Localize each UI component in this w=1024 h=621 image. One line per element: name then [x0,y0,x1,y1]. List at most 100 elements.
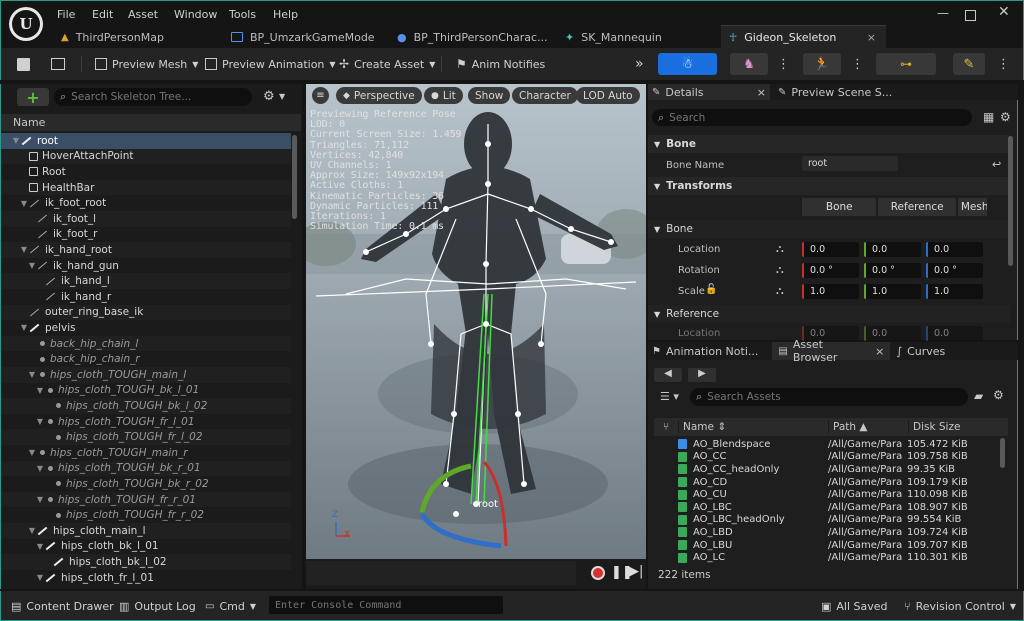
tree-item[interactable]: ik_hand_l [1,273,291,289]
revision-control-button[interactable]: ⑂ Revision Control ▼ [904,597,1016,615]
transforms-section-header[interactable]: ▼ Transforms [648,177,1010,195]
tree-item[interactable]: ▼ ik_hand_gun [1,258,291,274]
column-header-name[interactable]: Name [1,114,301,131]
asset-row[interactable]: AO_CC/All/Game/Para 109.758 KiB [678,451,998,464]
location-reset-icon[interactable]: ⛬ [776,242,784,256]
tab-sk-mannequin[interactable]: ✦ SK_Mannequin [557,25,717,49]
tab-close-icon[interactable]: × [867,31,876,44]
tree-item[interactable]: outer_ring_base_ik [1,304,291,321]
expand-arrow-icon[interactable]: ▼ [27,448,37,457]
scale-x-field[interactable]: 1.0 [802,284,859,299]
column-options-icon[interactable]: ⑂ [654,421,678,433]
more-options-icon[interactable]: ⋮ [851,54,864,74]
details-search-box[interactable]: ⌕ [652,109,972,126]
rotation-x-field[interactable]: 0.0 ° [802,263,859,278]
maximize-icon[interactable] [965,10,976,21]
asset-row[interactable]: AO_LBD/All/Game/Para 109.724 KiB [678,526,998,539]
tree-item[interactable]: ▼ pelvis [1,320,291,336]
expand-arrow-icon[interactable]: ▼ [11,136,21,145]
rotation-z-field[interactable]: 0.0 ° [926,263,983,278]
expand-arrow-icon[interactable]: ▼ [27,526,37,535]
menu-help[interactable]: Help [273,8,298,21]
skeleton-search-input[interactable] [71,91,242,103]
unreal-logo-icon[interactable]: U [9,7,43,41]
tab-preview-scene[interactable]: ✎ Preview Scene S... [774,86,892,99]
expand-arrow-icon[interactable]: ▼ [19,323,29,332]
tree-item[interactable]: hips_cloth_TOUGH_bk_l_02 [1,398,291,414]
expand-arrow-icon[interactable]: ▼ [19,245,29,254]
tab-curves[interactable]: ∫ Curves [896,345,945,358]
column-path-header[interactable]: Path ▲ [828,421,908,433]
segment-reference-button[interactable]: Reference [878,198,956,216]
console-command-input[interactable] [269,596,503,614]
preview-mesh-button[interactable]: Preview Mesh ▼ [95,54,198,74]
asset-row[interactable]: AO_LBC_headOnly/All/Game/Para 99.554 KiB [678,514,998,527]
perspective-button[interactable]: ◆ Perspective [336,87,422,104]
location-x-field[interactable]: 0.0 [802,242,859,257]
anim-notifies-button[interactable]: ⚑ Anim Notifies [456,54,545,74]
lit-button[interactable]: ● Lit [424,87,463,104]
back-arrow-icon[interactable]: ◀ [654,368,682,382]
skeleton-search-box[interactable]: ⌕ [54,88,252,106]
blueprint-mode-button[interactable]: ⊶ [876,53,936,75]
bone-section-header[interactable]: ▼ Bone [648,135,1010,153]
menu-edit[interactable]: Edit [92,8,113,21]
tree-item[interactable]: ▼ hips_cloth_TOUGH_main_l [1,367,291,383]
expand-arrow-icon[interactable]: ▼ [27,370,37,379]
tab-close-icon[interactable]: × [757,86,766,99]
tree-item[interactable]: hips_cloth_TOUGH_fr_l_02 [1,429,291,445]
tree-item[interactable]: ▼ ik_hand_root [1,242,291,258]
chevron-down-icon[interactable]: ▼ [279,92,285,101]
reset-arrow-icon[interactable]: ↩ [992,158,1001,171]
segment-bone-button[interactable]: Bone [802,198,877,216]
next-frame-icon[interactable]: ▶| [629,564,643,579]
settings-gear-icon[interactable]: ⚙ [1000,110,1011,124]
tab-gideon-skeleton[interactable]: ☥ Gideon_Skeleton × [721,25,886,49]
expand-arrow-icon[interactable]: ▼ [35,464,45,473]
tree-item[interactable]: ▼ hips_cloth_bk_l_01 [1,539,291,555]
forward-arrow-icon[interactable]: ▶ [688,368,716,382]
asset-scrollbar[interactable] [1000,438,1005,468]
scale-reset-icon[interactable]: ⛬ [776,284,784,298]
browse-icon[interactable] [51,54,65,74]
lod-auto-button[interactable]: LOD Auto [576,87,640,104]
menu-window[interactable]: Window [174,8,217,21]
more-options-icon[interactable]: ⋮ [777,54,790,74]
animation-mode-button[interactable]: 🏃 [803,53,841,75]
asset-row[interactable]: AO_LBU/All/Game/Para 109.707 KiB [678,539,998,552]
menu-file[interactable]: File [57,8,75,21]
preview-viewport[interactable]: ≡ ◆ Perspective ● Lit Show Character LOD… [306,84,646,589]
save-icon[interactable] [17,54,30,74]
cmd-button[interactable]: ▭ Cmd ▼ [205,597,256,615]
tree-item[interactable]: Root [1,164,291,180]
tree-item[interactable]: HoverAttachPoint [1,148,291,165]
tree-scrollbar[interactable] [292,135,297,219]
output-log-button[interactable]: ▥ Output Log [119,597,196,615]
mesh-mode-button[interactable]: ♞ [730,53,768,75]
details-search-input[interactable] [669,111,950,124]
overflow-chevron-icon[interactable]: » [635,54,644,74]
lock-icon[interactable]: 🔓 [705,284,717,295]
expand-arrow-icon[interactable]: ▼ [27,261,37,270]
asset-row[interactable]: AO_Blendspace/All/Game/Para 105.472 KiB [678,438,998,451]
settings-gear-icon[interactable]: ⚙ [993,388,1004,402]
tree-item[interactable]: ▼ ik_foot_root [1,195,291,211]
tab-animation-notifies[interactable]: ⚑ Animation Noti... [648,345,758,358]
tree-item[interactable]: ▼ hips_cloth_TOUGH_main_r [1,445,291,461]
more-options-icon[interactable]: ⋮ [997,54,1010,74]
column-name-header[interactable]: Name ⇕ [678,421,828,433]
tree-item[interactable]: ik_hand_r [1,289,291,305]
tab-bp-thirdpersoncharacter[interactable]: ● BP_ThirdPersonCharac... [389,25,549,49]
tree-item[interactable]: hips_cloth_TOUGH_bk_r_02 [1,476,291,492]
filter-icon[interactable]: ☰ ▾ [660,390,679,403]
tree-item[interactable]: ▼ hips_cloth_TOUGH_bk_r_01 [1,460,291,477]
asset-row[interactable]: AO_LC/All/Game/Para 110.301 KiB [678,551,998,564]
minimize-icon[interactable]: — [937,6,949,20]
bone-transform-subheader[interactable]: ▼ Bone [648,220,1010,238]
expand-arrow-icon[interactable]: ▼ [35,542,45,551]
create-asset-button[interactable]: ✢ Create Asset ▼ [339,54,435,74]
tree-item[interactable]: ik_foot_r [1,227,291,243]
preview-animation-button[interactable]: Preview Animation ▼ [205,54,336,74]
asset-row[interactable]: AO_CD/All/Game/Para 109.179 KiB [678,476,998,489]
scale-z-field[interactable]: 1.0 [926,284,983,299]
